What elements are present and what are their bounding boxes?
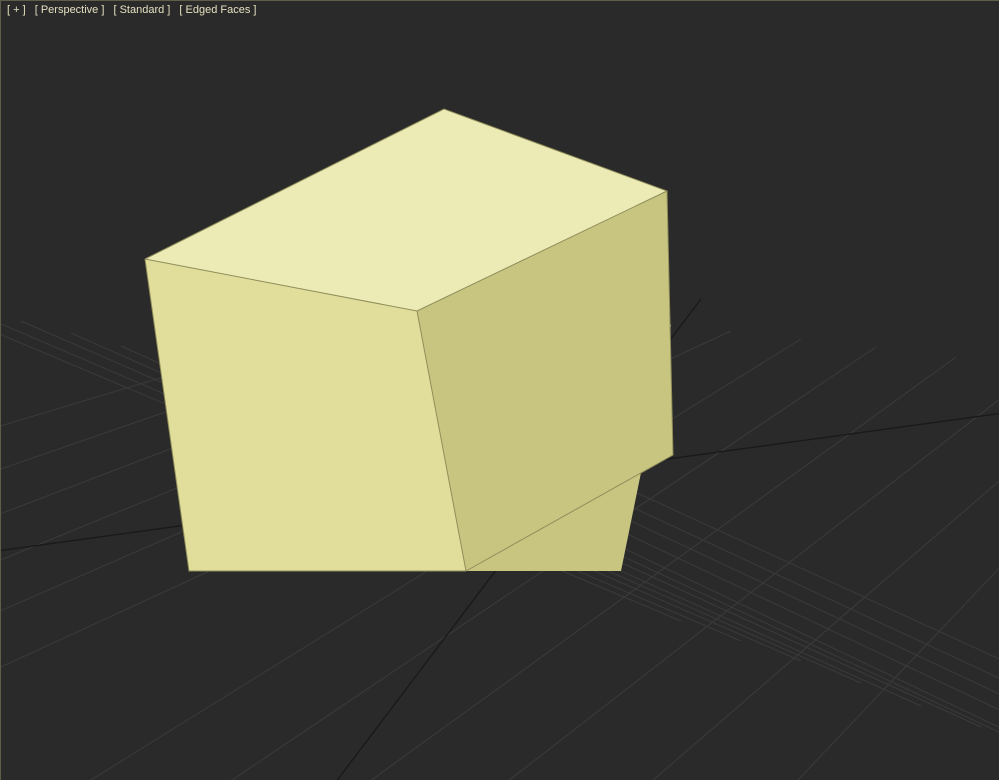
viewport-rendermode-menu[interactable]: [ Standard ] xyxy=(110,4,173,16)
viewport-view-menu[interactable]: [ Perspective ] xyxy=(32,4,108,16)
viewport-label-bar: [ + ] [ Perspective ] [ Standard ] [ Edg… xyxy=(4,4,259,16)
viewport-maximize-toggle[interactable]: [ + ] xyxy=(4,4,29,16)
viewport-scene xyxy=(1,1,998,779)
viewport-perspective[interactable]: [ + ] [ Perspective ] [ Standard ] [ Edg… xyxy=(0,0,999,780)
viewport-shading-menu[interactable]: [ Edged Faces ] xyxy=(176,4,259,16)
scene-svg xyxy=(1,1,999,780)
